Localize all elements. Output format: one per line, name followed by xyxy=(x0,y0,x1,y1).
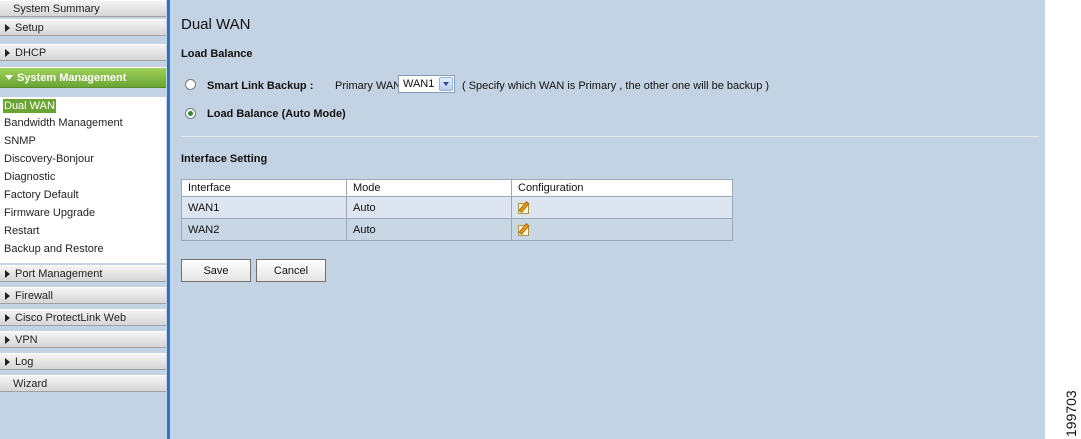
submenu-item-bandwidth-management[interactable]: Bandwidth Management xyxy=(4,116,123,130)
arrow-right-icon xyxy=(5,336,10,344)
cell-mode: Auto xyxy=(346,218,512,241)
load-balance-heading: Load Balance xyxy=(181,48,253,60)
cell-mode: Auto xyxy=(346,196,512,219)
submenu-item-restart[interactable]: Restart xyxy=(4,224,39,238)
nav-dhcp[interactable]: DHCP xyxy=(0,44,166,61)
column-header-mode: Mode xyxy=(346,179,512,197)
cell-configuration xyxy=(511,196,733,219)
interface-table: Interface Mode Configuration WAN1 Auto W… xyxy=(181,179,733,241)
nav-dhcp-label: DHCP xyxy=(15,47,47,59)
smart-link-hint: ( Specify which WAN is Primary , the oth… xyxy=(462,80,770,92)
column-header-interface: Interface xyxy=(181,179,347,197)
column-header-configuration: Configuration xyxy=(511,179,733,197)
submenu-item-factory-default[interactable]: Factory Default xyxy=(4,188,79,202)
system-management-submenu: Dual WAN Bandwidth Management SNMP Disco… xyxy=(0,97,166,263)
page-margin xyxy=(1045,0,1081,439)
primary-wan-label: Primary WAN xyxy=(335,80,402,92)
edit-icon[interactable] xyxy=(518,223,532,236)
table-row: WAN1 Auto xyxy=(181,196,733,219)
nav-system-summary-label: System Summary xyxy=(13,3,100,15)
submenu-item-dual-wan[interactable]: Dual WAN xyxy=(3,99,56,113)
interface-setting-heading: Interface Setting xyxy=(181,153,268,165)
dropdown-arrow-icon xyxy=(439,77,453,91)
smart-link-radio[interactable] xyxy=(185,79,196,90)
primary-wan-value: WAN1 xyxy=(403,78,435,90)
arrow-right-icon xyxy=(5,358,10,366)
nav-protectlink[interactable]: Cisco ProtectLink Web xyxy=(0,309,166,326)
cell-configuration xyxy=(511,218,733,241)
nav-setup-label: Setup xyxy=(15,22,44,34)
table-row: WAN2 Auto xyxy=(181,218,733,241)
arrow-right-icon xyxy=(5,314,10,322)
nav-firewall-label: Firewall xyxy=(15,290,53,302)
nav-protectlink-label: Cisco ProtectLink Web xyxy=(15,312,127,324)
smart-link-label: Smart Link Backup : xyxy=(207,80,314,92)
submenu-item-snmp[interactable]: SNMP xyxy=(4,134,36,148)
arrow-right-icon xyxy=(5,24,10,32)
nav-vpn-label: VPN xyxy=(15,334,38,346)
main-content: Dual WAN Load Balance Smart Link Backup … xyxy=(170,0,1045,439)
nav-system-management-label: System Management xyxy=(17,72,127,84)
nav-wizard[interactable]: Wizard xyxy=(0,375,166,392)
sidebar: System Summary Setup DHCP System Managem… xyxy=(0,0,167,439)
cell-interface: WAN1 xyxy=(181,196,347,219)
section-divider xyxy=(181,136,1039,137)
nav-port-management[interactable]: Port Management xyxy=(0,265,166,282)
nav-setup[interactable]: Setup xyxy=(0,19,166,36)
nav-firewall[interactable]: Firewall xyxy=(0,287,166,304)
nav-system-summary[interactable]: System Summary xyxy=(0,0,166,17)
arrow-down-icon xyxy=(5,75,13,80)
submenu-item-diagnostic[interactable]: Diagnostic xyxy=(4,170,55,184)
figure-id: 199703 xyxy=(1063,390,1079,437)
table-header-row: Interface Mode Configuration xyxy=(181,179,733,197)
arrow-right-icon xyxy=(5,292,10,300)
load-balance-radio[interactable] xyxy=(185,108,196,119)
submenu-item-backup-restore[interactable]: Backup and Restore xyxy=(4,242,104,256)
nav-system-management[interactable]: System Management xyxy=(0,67,166,88)
submenu-item-firmware-upgrade[interactable]: Firmware Upgrade xyxy=(4,206,95,220)
save-button[interactable]: Save xyxy=(181,259,251,282)
nav-log-label: Log xyxy=(15,356,34,368)
submenu-item-discovery-bonjour[interactable]: Discovery-Bonjour xyxy=(4,152,94,166)
primary-wan-select[interactable]: WAN1 xyxy=(398,75,455,93)
arrow-right-icon xyxy=(5,49,10,57)
nav-port-management-label: Port Management xyxy=(15,268,103,280)
nav-wizard-label: Wizard xyxy=(13,378,48,390)
nav-log[interactable]: Log xyxy=(0,353,166,370)
nav-vpn[interactable]: VPN xyxy=(0,331,166,348)
page-title: Dual WAN xyxy=(181,16,251,33)
cancel-button[interactable]: Cancel xyxy=(256,259,326,282)
edit-icon[interactable] xyxy=(518,201,532,214)
load-balance-label: Load Balance (Auto Mode) xyxy=(207,108,346,120)
cell-interface: WAN2 xyxy=(181,218,347,241)
arrow-right-icon xyxy=(5,270,10,278)
